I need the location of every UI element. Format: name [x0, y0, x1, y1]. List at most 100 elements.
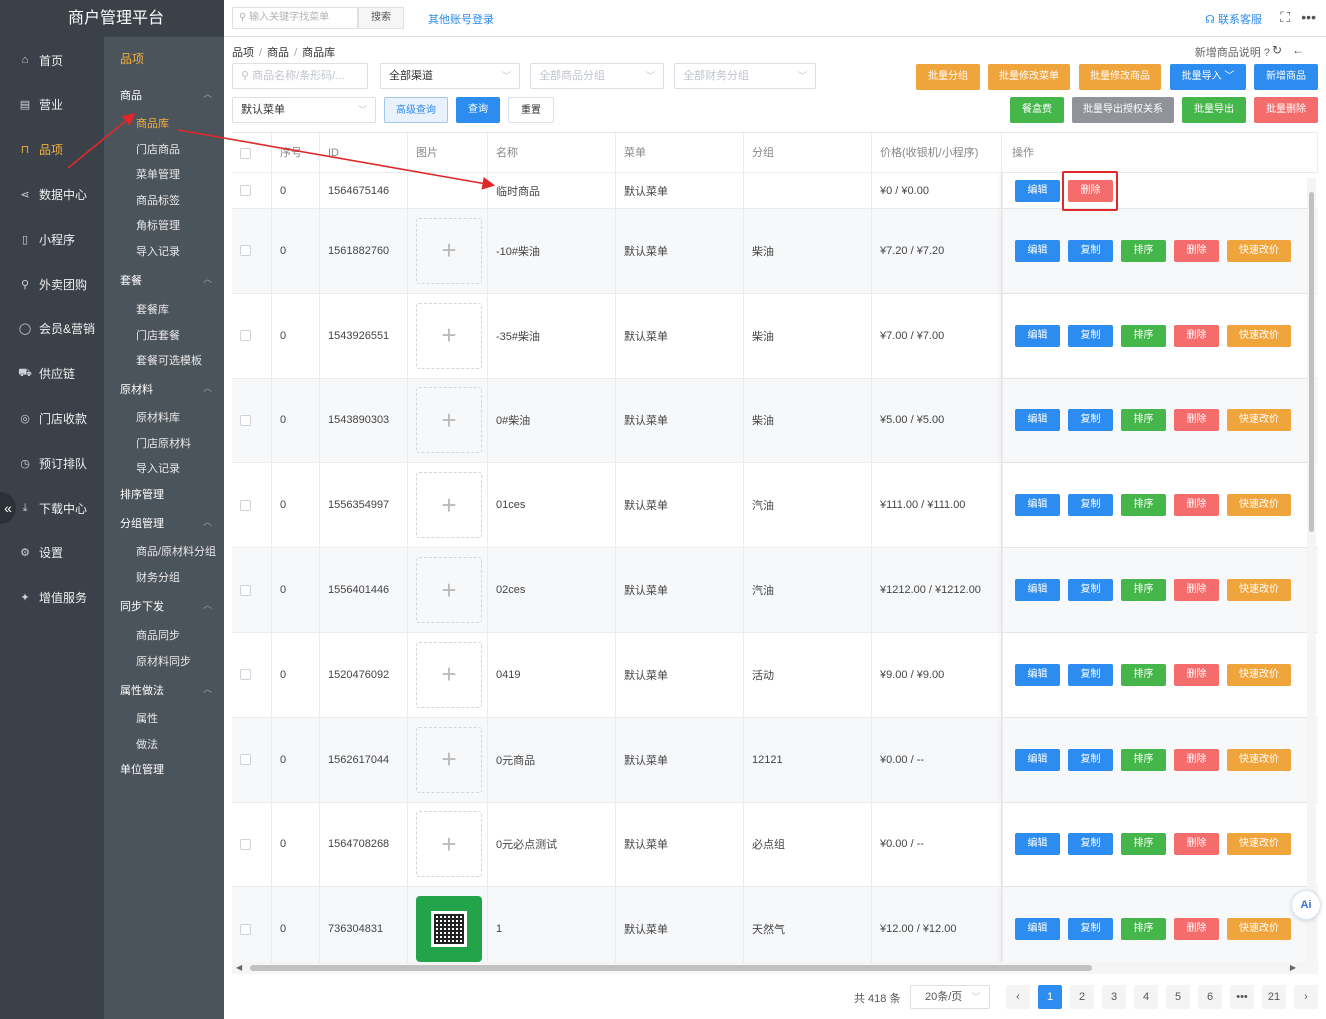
- batch-export-button[interactable]: 批量导出: [1182, 97, 1246, 123]
- edit-button[interactable]: 编辑: [1015, 409, 1060, 432]
- sort-button[interactable]: 排序: [1121, 833, 1166, 856]
- subnav-group-material[interactable]: 原材料: [120, 381, 153, 397]
- subnav-item-combo-0[interactable]: 套餐库: [136, 301, 169, 317]
- sort-button[interactable]: 排序: [1121, 239, 1166, 262]
- subnav-item-goods-2[interactable]: 菜单管理: [136, 166, 180, 182]
- copy-button[interactable]: 复制: [1068, 918, 1113, 941]
- edit-button[interactable]: 编辑: [1015, 748, 1060, 771]
- more-pages-button[interactable]: •••: [1230, 985, 1254, 1009]
- subnav-item-attr-0[interactable]: 属性: [136, 710, 158, 726]
- refresh-icon[interactable]: ↻: [1272, 43, 1292, 57]
- chevron-up-icon[interactable]: ︿: [203, 272, 212, 285]
- page-button[interactable]: 6: [1198, 985, 1222, 1009]
- ai-assistant-button[interactable]: Ai: [1291, 890, 1321, 920]
- quick-button[interactable]: 快速改价: [1227, 239, 1291, 262]
- batch-edit-menu-button[interactable]: 批量修改菜单: [988, 64, 1070, 90]
- chevron-up-icon[interactable]: ︿: [203, 87, 212, 100]
- nav-item-bike[interactable]: ⚲ 外卖团购: [0, 269, 104, 299]
- nav-item-gear[interactable]: ⚙ 设置: [0, 538, 104, 568]
- row-checkbox[interactable]: [240, 185, 251, 196]
- sort-button[interactable]: 排序: [1121, 324, 1166, 347]
- row-checkbox[interactable]: [240, 669, 251, 681]
- edit-button[interactable]: 编辑: [1015, 179, 1060, 202]
- table-row[interactable]: 0 1564708268 +0元必点测试 默认菜单 必点组 ¥0.00 / -- 编辑 复制排…: [232, 802, 1318, 888]
- table-row[interactable]: 0 1564675146 临时商品 默认菜单 ¥0 / ¥0.00 编辑 删除: [232, 173, 1318, 209]
- row-checkbox[interactable]: [240, 414, 251, 426]
- next-page-button[interactable]: ›: [1294, 985, 1318, 1009]
- breadcrumb-item[interactable]: 商品: [267, 47, 289, 59]
- subnav-item-goods-3[interactable]: 商品标签: [136, 192, 180, 208]
- nav-item-gift[interactable]: ✦ 增值服务: [0, 583, 104, 613]
- quick-button[interactable]: 快速改价: [1227, 663, 1291, 686]
- sort-button[interactable]: 排序: [1121, 918, 1166, 941]
- select-all-checkbox[interactable]: [240, 147, 251, 159]
- subnav-item-combo-2[interactable]: 套餐可选模板: [136, 352, 202, 368]
- subnav-item-attr-1[interactable]: 做法: [136, 736, 158, 752]
- edit-button[interactable]: 编辑: [1015, 324, 1060, 347]
- subnav-group-grouping[interactable]: 分组管理: [120, 515, 164, 531]
- query-button[interactable]: 查询: [456, 97, 500, 123]
- batch-delete-button[interactable]: 批量删除: [1254, 97, 1318, 123]
- page-button[interactable]: 1: [1038, 985, 1062, 1009]
- horizontal-scrollbar[interactable]: ◀ ▶: [232, 962, 1318, 974]
- subnav-item-sync-0[interactable]: 商品同步: [136, 627, 180, 643]
- finance-group-select[interactable]: 全部财务分组 ﹀: [674, 63, 816, 89]
- quick-button[interactable]: 快速改价: [1227, 579, 1291, 602]
- edit-button[interactable]: 编辑: [1015, 494, 1060, 517]
- nav-item-clock[interactable]: ◷ 预订排队: [0, 448, 104, 478]
- row-checkbox[interactable]: [240, 923, 251, 935]
- row-checkbox[interactable]: [240, 754, 251, 766]
- page-button[interactable]: 5: [1166, 985, 1190, 1009]
- menu-select[interactable]: 默认菜单 ﹀: [232, 97, 376, 123]
- copy-button[interactable]: 复制: [1068, 324, 1113, 347]
- more-icon[interactable]: •••: [1301, 9, 1316, 25]
- upload-image-placeholder[interactable]: +: [416, 811, 482, 878]
- fullscreen-icon[interactable]: ⛶: [1280, 9, 1290, 26]
- delete-button[interactable]: 删除: [1174, 239, 1219, 262]
- edit-button[interactable]: 编辑: [1015, 663, 1060, 686]
- chevron-up-icon[interactable]: ︿: [203, 598, 212, 611]
- edit-button[interactable]: 编辑: [1015, 239, 1060, 262]
- subnav-item-goods-0[interactable]: 商品库: [136, 115, 169, 131]
- table-row[interactable]: 0 1561882760 + -10#柴油 默认菜单 柴油 ¥7.20 / ¥7.20 编辑复…: [232, 209, 1318, 294]
- upload-image-placeholder[interactable]: +: [416, 557, 482, 624]
- other-account-login-link[interactable]: 其他账号登录: [428, 11, 494, 27]
- scroll-left-icon[interactable]: ◀: [236, 962, 242, 974]
- sort-button[interactable]: 排序: [1121, 494, 1166, 517]
- subnav-group-attr[interactable]: 属性做法: [120, 682, 164, 698]
- prev-page-button[interactable]: ‹: [1006, 985, 1030, 1009]
- delete-button[interactable]: 删除: [1174, 324, 1219, 347]
- nav-item-business[interactable]: ▤ 营业: [0, 90, 104, 120]
- nav-item-home[interactable]: ⌂ 首页: [0, 45, 104, 75]
- delete-button[interactable]: 删除: [1174, 409, 1219, 432]
- quick-button[interactable]: 快速改价: [1227, 324, 1291, 347]
- subnav-item-grouping-0[interactable]: 商品/原材料分组: [136, 543, 216, 559]
- contact-service-link[interactable]: ☊ 联系客服: [1205, 11, 1262, 27]
- sort-button[interactable]: 排序: [1121, 748, 1166, 771]
- delete-button[interactable]: 删除: [1174, 494, 1219, 517]
- upload-image-placeholder[interactable]: +: [416, 726, 482, 793]
- batch-group-button[interactable]: 批量分组: [916, 64, 980, 90]
- row-checkbox[interactable]: [240, 838, 251, 850]
- table-row[interactable]: 0 1543926551 + -35#柴油 默认菜单 柴油 ¥7.00 / ¥7.00 编辑复…: [232, 293, 1318, 379]
- table-row[interactable]: 0 736304831 1 默认菜单 天然气 ¥12.00 / ¥12.00 编辑 复制 排序删…: [232, 887, 1318, 962]
- quick-button[interactable]: 快速改价: [1227, 833, 1291, 856]
- menu-search-button[interactable]: 搜索: [358, 7, 404, 29]
- copy-button[interactable]: 复制: [1068, 239, 1113, 262]
- batch-edit-goods-button[interactable]: 批量修改商品: [1079, 64, 1161, 90]
- upload-image-placeholder[interactable]: +: [416, 472, 482, 539]
- page-size-select[interactable]: 20条/页 ﹀: [910, 985, 990, 1009]
- subnav-item-sort[interactable]: 排序管理: [120, 486, 164, 502]
- upload-image-placeholder[interactable]: +: [416, 302, 482, 369]
- chevron-up-icon[interactable]: ︿: [203, 381, 212, 394]
- subnav-item-grouping-1[interactable]: 财务分组: [136, 569, 180, 585]
- sort-button[interactable]: 排序: [1121, 579, 1166, 602]
- delete-button[interactable]: 删除: [1174, 748, 1219, 771]
- copy-button[interactable]: 复制: [1068, 579, 1113, 602]
- reset-button[interactable]: 重置: [508, 97, 554, 123]
- subnav-group-combo[interactable]: 套餐: [120, 272, 142, 288]
- edit-button[interactable]: 编辑: [1015, 579, 1060, 602]
- subnav-group-sync[interactable]: 同步下发: [120, 598, 164, 614]
- nav-item-truck[interactable]: ⛟ 供应链: [0, 359, 104, 389]
- batch-import-button[interactable]: 批量导入 ﹀: [1170, 64, 1246, 90]
